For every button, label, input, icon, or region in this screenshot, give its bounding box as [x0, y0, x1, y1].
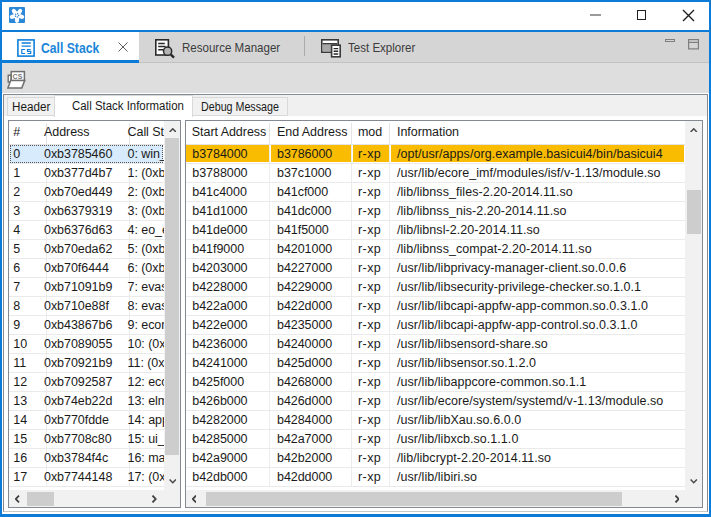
- svg-text:CS: CS: [13, 73, 23, 80]
